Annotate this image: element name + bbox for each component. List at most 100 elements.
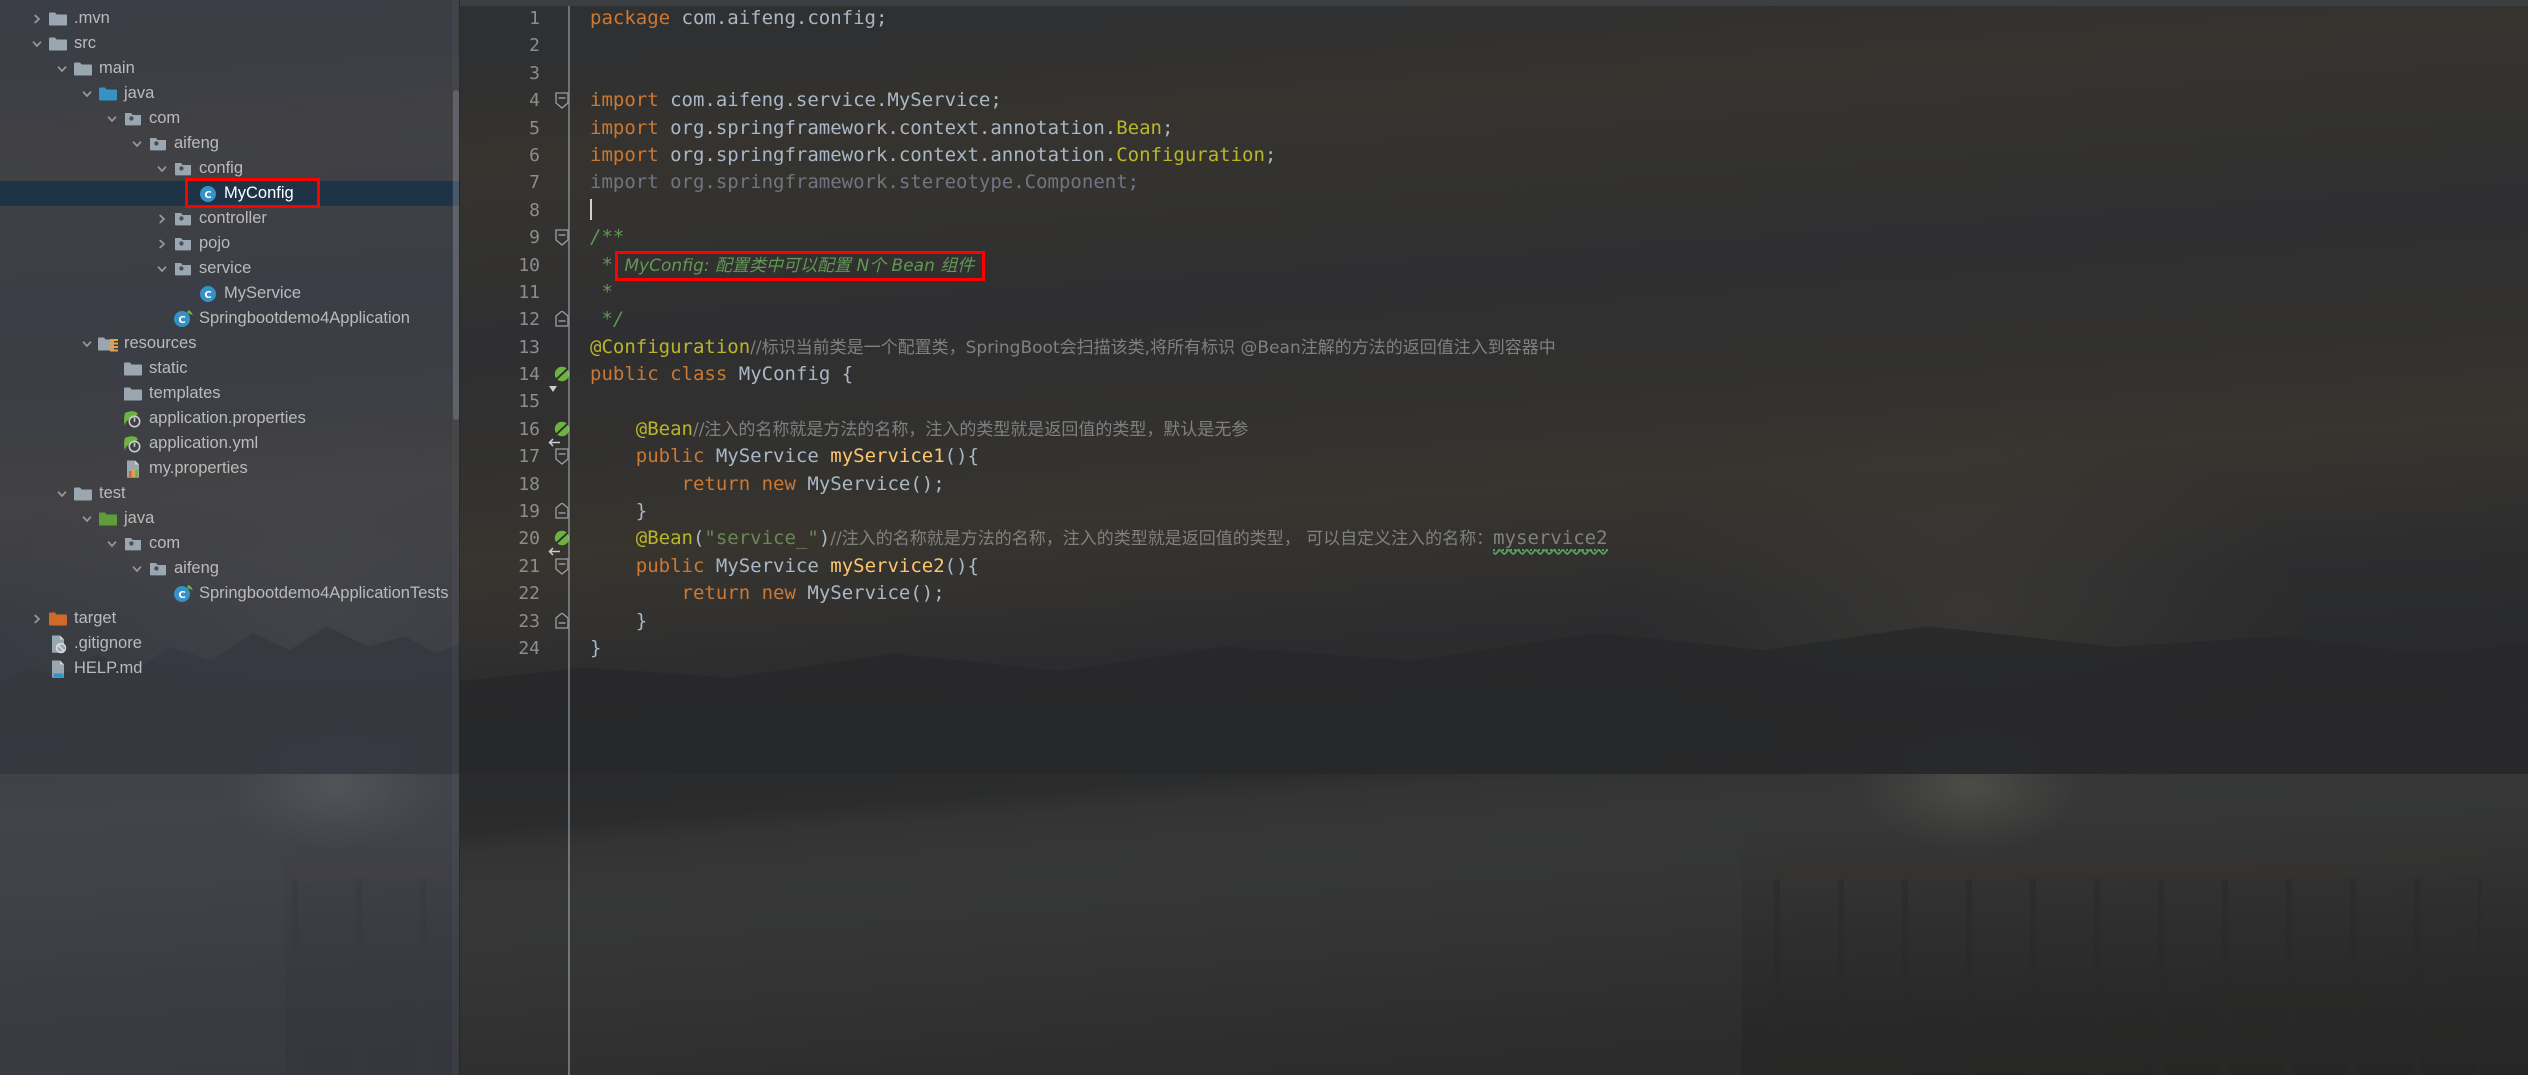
code-line-13[interactable]: @Configuration//标识当前类是一个配置类，SpringBoot会扫… bbox=[590, 334, 2528, 361]
code-fold-toggle[interactable] bbox=[554, 558, 570, 575]
tree-item-label: controller bbox=[199, 209, 267, 227]
fold-slot bbox=[550, 388, 574, 415]
chevron-down-icon[interactable] bbox=[52, 488, 72, 500]
tree-item-label: service bbox=[199, 259, 252, 277]
code-line-21[interactable]: public MyService myService2(){ bbox=[590, 553, 2528, 580]
tree-item--gitignore[interactable]: .gitignore bbox=[0, 631, 460, 656]
tree-item-pojo[interactable]: pojo bbox=[0, 231, 460, 256]
tree-item-label: .mvn bbox=[74, 9, 110, 27]
chevron-down-icon[interactable] bbox=[77, 338, 97, 350]
chevron-down-icon[interactable] bbox=[77, 88, 97, 100]
code-line-2[interactable] bbox=[590, 32, 2528, 59]
code-fold-toggle[interactable] bbox=[554, 310, 570, 328]
tree-item-aifeng[interactable]: aifeng bbox=[0, 556, 460, 581]
chevron-down-icon[interactable] bbox=[102, 538, 122, 550]
chevron-down-icon[interactable] bbox=[102, 113, 122, 125]
code-line-14[interactable]: public class MyConfig { bbox=[590, 361, 2528, 388]
fold-slot bbox=[550, 60, 574, 87]
tree-item-static[interactable]: static bbox=[0, 356, 460, 381]
code-line-24[interactable]: } bbox=[590, 635, 2528, 662]
code-line-12[interactable]: */ bbox=[590, 306, 2528, 333]
chevron-down-icon[interactable] bbox=[127, 138, 147, 150]
project-tree-panel[interactable]: .mvn src main java com aifeng config C MyConfig c… bbox=[0, 0, 460, 1075]
code-line-6[interactable]: import org.springframework.context.annot… bbox=[590, 142, 2528, 169]
code-editor-panel[interactable]: 1 2 3 4 5 6 7 8 9 10 11 12 13 14 15 16 17 18 19 20 21 22 23 24 … bbox=[460, 0, 2528, 1075]
fold-slot bbox=[550, 525, 574, 552]
tree-item-label: com bbox=[149, 109, 181, 127]
fold-slot bbox=[550, 115, 574, 142]
code-line-10[interactable]: * MyConfig: 配置类中可以配置 N个 Bean 组件 bbox=[590, 252, 2528, 279]
tree-item-templates[interactable]: templates bbox=[0, 381, 460, 406]
tree-item-config[interactable]: config bbox=[0, 156, 460, 181]
tree-item-service[interactable]: service bbox=[0, 256, 460, 281]
tree-item-application-yml[interactable]: application.yml bbox=[0, 431, 460, 456]
code-fold-toggle[interactable] bbox=[554, 502, 570, 520]
chevron-down-icon[interactable] bbox=[52, 63, 72, 75]
line-number: 10 bbox=[518, 254, 540, 276]
line-number: 9 bbox=[529, 227, 540, 249]
code-line-17[interactable]: public MyService myService1(){ bbox=[590, 443, 2528, 470]
tree-item-src[interactable]: src bbox=[0, 31, 460, 56]
tree-item-label: application.properties bbox=[149, 409, 306, 427]
tree-item-springbootdemo4applicationtests[interactable]: C Springbootdemo4ApplicationTests bbox=[0, 581, 460, 606]
tree-item-aifeng[interactable]: aifeng bbox=[0, 131, 460, 156]
code-line-18[interactable]: return new MyService(); bbox=[590, 471, 2528, 498]
tree-item-label: resources bbox=[124, 334, 197, 352]
tree-item-help-md[interactable]: HELP.md bbox=[0, 656, 460, 681]
code-line-1[interactable]: package com.aifeng.config; bbox=[590, 5, 2528, 32]
code-line-7[interactable]: import org.springframework.stereotype.Co… bbox=[590, 169, 2528, 196]
tree-item-test[interactable]: test bbox=[0, 481, 460, 506]
code-fold-toggle[interactable] bbox=[554, 448, 570, 466]
chevron-right-icon[interactable] bbox=[27, 13, 47, 25]
tree-item-java[interactable]: java bbox=[0, 506, 460, 531]
tree-item-label: java bbox=[124, 509, 155, 527]
chevron-down-icon[interactable] bbox=[152, 263, 172, 275]
line-number: 21 bbox=[518, 555, 540, 577]
tree-item-application-properties[interactable]: application.properties bbox=[0, 406, 460, 431]
tree-item-controller[interactable]: controller bbox=[0, 206, 460, 231]
code-line-5[interactable]: import org.springframework.context.annot… bbox=[590, 115, 2528, 142]
fold-slot bbox=[550, 32, 574, 59]
code-folding-column[interactable] bbox=[550, 0, 574, 1075]
tree-item-target[interactable]: target bbox=[0, 606, 460, 631]
project-tree[interactable]: .mvn src main java com aifeng config C MyConfig c… bbox=[0, 0, 460, 681]
spring-file-icon bbox=[122, 434, 144, 454]
code-fold-toggle[interactable] bbox=[554, 611, 570, 630]
chevron-down-icon[interactable] bbox=[127, 563, 147, 575]
tree-item-java[interactable]: java bbox=[0, 81, 460, 106]
code-line-8[interactable] bbox=[590, 197, 2528, 224]
code-line-19[interactable]: } bbox=[590, 498, 2528, 525]
chevron-right-icon[interactable] bbox=[152, 238, 172, 250]
code-line-23[interactable]: } bbox=[590, 608, 2528, 635]
tree-item--mvn[interactable]: .mvn bbox=[0, 6, 460, 31]
tree-item-main[interactable]: main bbox=[0, 56, 460, 81]
fold-slot bbox=[550, 306, 574, 333]
chevron-right-icon[interactable] bbox=[27, 613, 47, 625]
tree-item-com[interactable]: com bbox=[0, 531, 460, 556]
code-line-9[interactable]: /** bbox=[590, 224, 2528, 251]
tree-item-my-properties[interactable]: my.properties bbox=[0, 456, 460, 481]
package-icon bbox=[122, 535, 144, 552]
code-content[interactable]: package com.aifeng.config; import com.ai… bbox=[574, 0, 2528, 1075]
code-line-3[interactable] bbox=[590, 60, 2528, 87]
code-line-15[interactable] bbox=[590, 388, 2528, 415]
chevron-down-icon[interactable] bbox=[77, 513, 97, 525]
editor-gutter[interactable]: 1 2 3 4 5 6 7 8 9 10 11 12 13 14 15 16 17 18 19 20 21 22 23 24 bbox=[460, 0, 570, 1075]
code-line-4[interactable]: import com.aifeng.service.MyService; bbox=[590, 87, 2528, 114]
code-line-11[interactable]: * bbox=[590, 279, 2528, 306]
tree-item-com[interactable]: com bbox=[0, 106, 460, 131]
line-number: 23 bbox=[518, 610, 540, 632]
code-line-20[interactable]: @Bean("service_")//注入的名称就是方法的名称，注入的类型就是返… bbox=[590, 525, 2528, 552]
code-line-22[interactable]: return new MyService(); bbox=[590, 580, 2528, 607]
tree-item-springbootdemo4application[interactable]: C Springbootdemo4Application bbox=[0, 306, 460, 331]
code-fold-toggle[interactable] bbox=[554, 229, 570, 246]
chevron-right-icon[interactable] bbox=[152, 213, 172, 225]
tree-item-myconfig[interactable]: C MyConfig bbox=[0, 181, 460, 206]
folder-grey-icon bbox=[122, 385, 144, 402]
chevron-down-icon[interactable] bbox=[27, 38, 47, 50]
tree-item-resources[interactable]: resources bbox=[0, 331, 460, 356]
code-fold-toggle[interactable] bbox=[554, 92, 570, 110]
tree-item-myservice[interactable]: C MyService bbox=[0, 281, 460, 306]
code-line-16[interactable]: @Bean//注入的名称就是方法的名称，注入的类型就是返回值的类型，默认是无参 bbox=[590, 416, 2528, 443]
chevron-down-icon[interactable] bbox=[152, 163, 172, 175]
